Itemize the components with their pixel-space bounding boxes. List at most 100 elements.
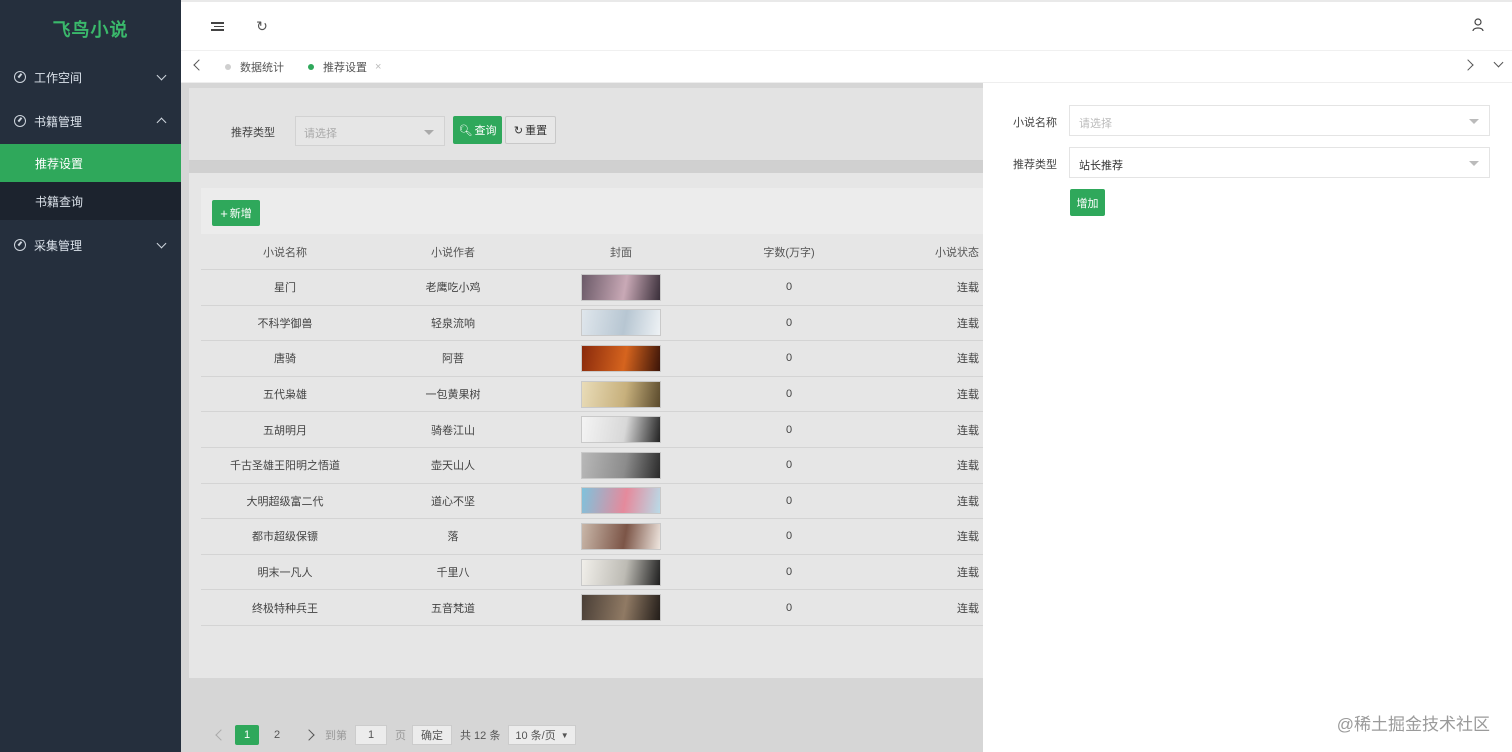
menu-fold-icon[interactable] (211, 20, 224, 36)
dashboard-icon (14, 115, 26, 127)
goto-suffix: 页 (395, 730, 406, 742)
cover-cell (537, 380, 705, 408)
novel-name-select[interactable]: 请选择 (1069, 105, 1490, 136)
reset-button[interactable]: ↻ 重置 (505, 116, 556, 144)
sidebar-group-label: 工作空间 (34, 70, 83, 85)
table-row: 不科学御兽 轻泉流响 0 连载 (201, 306, 983, 342)
caret-down-icon (1469, 119, 1479, 124)
page-button[interactable]: 2 (265, 725, 289, 745)
recommend-type-select[interactable]: 站长推荐 (1069, 147, 1490, 178)
novel-name-label: 小说名称 (1013, 117, 1057, 129)
page-size-value: 10 条/页 (515, 730, 556, 742)
status-cell: 连载 (957, 602, 979, 615)
word-count-cell: 0 (785, 601, 793, 614)
pagination: 1 2 到第 1 页 确定 共 12 条 10 条/页 ▼ (213, 724, 576, 746)
sidebar-item-recommend-settings[interactable]: 推荐设置 (0, 144, 181, 182)
divider (189, 161, 983, 173)
novel-name-cell: 明末一凡人 (257, 567, 313, 580)
status-cell: 连载 (957, 424, 979, 437)
cover-cell (537, 273, 705, 301)
select-value: 站长推荐 (1079, 160, 1123, 172)
novel-name-cell: 大明超级富二代 (246, 495, 324, 508)
refresh-icon[interactable]: ↻ (254, 18, 270, 34)
cover-cell (537, 594, 705, 622)
cover-cell (537, 487, 705, 515)
caret-down-icon (424, 130, 434, 135)
cover-image (581, 487, 661, 515)
add-button[interactable]: + 新增 (212, 200, 260, 226)
add-button-label: 新增 (229, 208, 252, 220)
close-icon[interactable]: × (375, 61, 381, 73)
plus-icon: + (220, 205, 228, 221)
tab-data-stats[interactable]: 数据统计 (225, 51, 284, 83)
select-placeholder: 请选择 (304, 128, 337, 140)
cover-cell (537, 522, 705, 550)
sidebar-group-collect[interactable]: 采集管理 (0, 226, 181, 264)
novel-name-cell: 唐骑 (274, 353, 296, 366)
status-cell: 连载 (957, 460, 979, 473)
word-count-cell: 0 (785, 494, 793, 507)
word-count-cell: 0 (785, 423, 793, 436)
author-cell: 落 (447, 531, 459, 544)
caret-down-icon (1469, 161, 1479, 166)
add-submit-button[interactable]: 增加 (1070, 189, 1105, 216)
tab-label: 推荐设置 (323, 62, 367, 74)
chevron-left-icon[interactable] (193, 59, 205, 71)
word-count-cell: 0 (785, 459, 793, 472)
search-icon: 🔍︎ (458, 124, 473, 137)
cover-cell (537, 344, 705, 372)
sidebar-group-workspace[interactable]: 工作空间 (0, 58, 181, 96)
page-size-select[interactable]: 10 条/页 ▼ (508, 725, 576, 745)
recommend-type-label: 推荐类型 (1013, 159, 1057, 171)
chevron-down-icon (156, 70, 167, 81)
novel-name-cell: 不科学御兽 (257, 317, 313, 330)
novel-table: 小说名称 小说作者 封面 字数(万字) 小说状态 星门 老鹰吃小鸡 0 连载 不科学御兽… (201, 234, 983, 626)
chevron-right-icon[interactable] (1462, 59, 1474, 71)
select-placeholder: 请选择 (1079, 118, 1112, 130)
filter-panel: 推荐类型 请选择 🔍︎ 查询 ↻ 重置 (189, 88, 983, 161)
column-header: 字数(万字) (763, 246, 815, 259)
status-cell: 连载 (957, 282, 979, 295)
word-count-cell: 0 (785, 281, 793, 294)
status-cell: 连载 (957, 317, 979, 330)
chevron-down-icon[interactable] (1493, 57, 1504, 68)
chevron-right-icon[interactable] (303, 729, 315, 741)
recommend-type-select[interactable]: 请选择 (295, 116, 445, 146)
status-cell: 连载 (957, 531, 979, 544)
query-button[interactable]: 🔍︎ 查询 (453, 116, 502, 144)
chevron-up-icon (156, 117, 167, 128)
goto-confirm-button[interactable]: 确定 (412, 725, 452, 745)
novel-name-cell: 五胡明月 (263, 424, 307, 437)
word-count-cell: 0 (785, 388, 793, 401)
author-cell: 老鹰吃小鸡 (425, 282, 481, 295)
page-button[interactable]: 1 (235, 725, 259, 745)
cover-image (581, 416, 661, 444)
sidebar-item-label: 书籍查询 (35, 194, 84, 209)
user-icon[interactable] (1470, 18, 1486, 34)
sidebar-submenu-books: 推荐设置 书籍查询 (0, 144, 181, 220)
tab-status-dot (225, 64, 231, 70)
word-count-cell: 0 (785, 530, 793, 543)
sidebar-group-books[interactable]: 书籍管理 (0, 102, 181, 140)
table-header: 小说名称 小说作者 封面 字数(万字) 小说状态 (201, 234, 983, 270)
sidebar-item-book-query[interactable]: 书籍查询 (0, 182, 181, 220)
status-cell: 连载 (957, 389, 979, 402)
cover-cell (537, 416, 705, 444)
author-cell: 阿菩 (442, 353, 464, 366)
author-cell: 轻泉流响 (431, 317, 475, 330)
app-logo: 飞鸟小说 (52, 20, 129, 40)
cover-image (581, 344, 661, 372)
author-cell: 道心不坚 (431, 495, 475, 508)
cover-image (581, 273, 661, 301)
table-body: 星门 老鹰吃小鸡 0 连载 不科学御兽 轻泉流响 0 连载 唐骑 阿菩 0 连载 五代枭雄 一包黄果树 0 连… (201, 270, 983, 626)
novel-name-cell: 终极特种兵王 (252, 602, 318, 615)
author-cell: 一包黄果树 (425, 389, 481, 402)
cover-image (581, 558, 661, 586)
cover-image (581, 451, 661, 479)
tab-recommend-settings[interactable]: 推荐设置 × (308, 51, 381, 83)
chevron-left-icon[interactable] (215, 729, 227, 741)
main-content: 推荐类型 请选择 🔍︎ 查询 ↻ 重置 + 新增 小说名称 小说作者 封面 字数… (181, 83, 983, 752)
dashboard-icon (14, 239, 26, 251)
tab-status-dot (308, 64, 314, 70)
goto-page-input[interactable]: 1 (355, 725, 387, 745)
